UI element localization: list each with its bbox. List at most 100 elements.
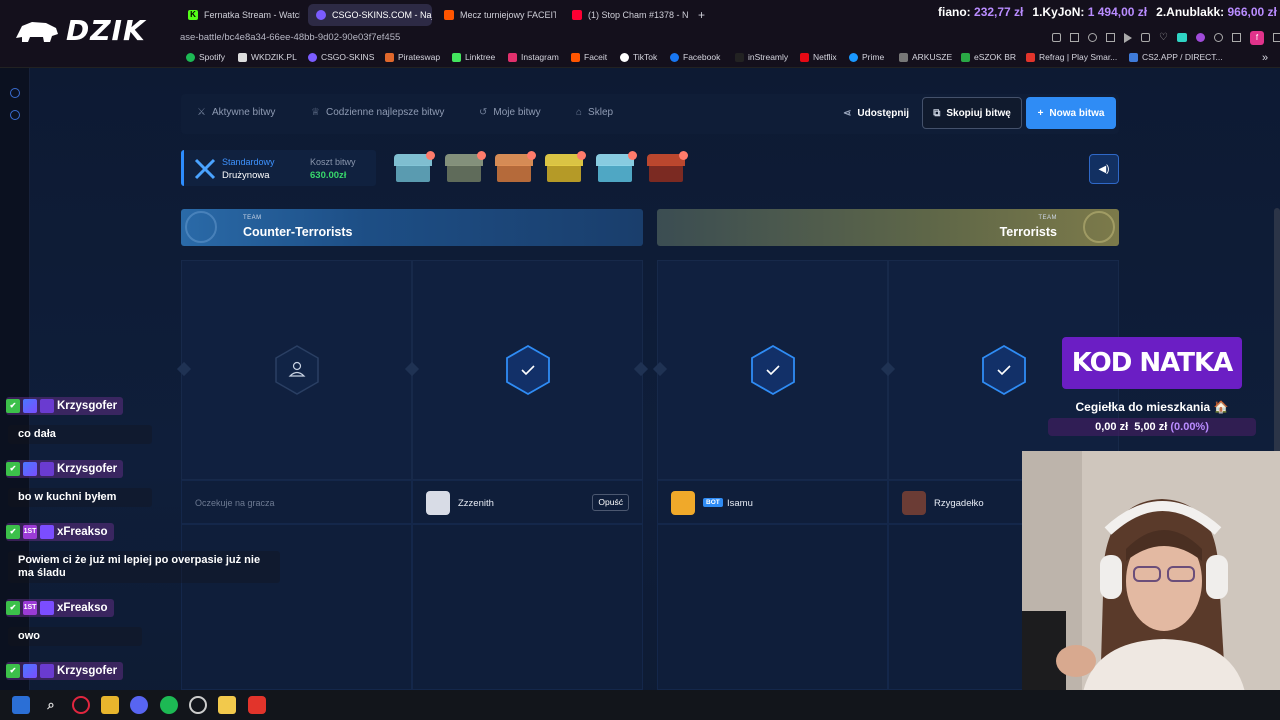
- bookmark-wkdzik[interactable]: WKDZIK.PL: [238, 52, 297, 62]
- tab-youtube-video[interactable]: (1) Stop Cham #1378 - Na: [564, 4, 688, 26]
- new-tab-button[interactable]: +: [690, 4, 710, 26]
- bookmark-faceit[interactable]: Faceit: [571, 52, 607, 62]
- drops-column-3: [657, 524, 888, 690]
- player-row-3: BOT Isamu: [657, 480, 888, 524]
- sidebar-toggle-icon[interactable]: [1272, 33, 1280, 42]
- case-5[interactable]: [596, 151, 637, 184]
- bookmark-arkusze[interactable]: ARKUSZE: [899, 52, 952, 62]
- ct-emblem-icon: [185, 211, 217, 243]
- play-icon[interactable]: [1124, 33, 1132, 43]
- ticker-item: 1.KyJoN: 1 494,00 zł: [1032, 5, 1148, 19]
- search-icon[interactable]: ⌕: [42, 696, 60, 714]
- bookmark-spotify[interactable]: Spotify: [186, 52, 225, 62]
- stream-chat: ✔ Krzysgofer co dała ✔ Krzysgofer bo w kuc…: [0, 395, 300, 690]
- new-battle-button[interactable]: + Nowa bitwa: [1026, 97, 1116, 129]
- tab-csgo-skins[interactable]: CSGO-SKINS.COM - Naj: [308, 4, 432, 26]
- drops-column-2: [412, 524, 643, 690]
- case-1[interactable]: [394, 151, 435, 184]
- case-3[interactable]: [495, 151, 536, 184]
- linktree-icon: [452, 52, 461, 62]
- bookmark-cs2app[interactable]: CS2.APP / DIRECT...: [1129, 52, 1223, 62]
- avatar: [671, 491, 695, 515]
- bookmark-linktree[interactable]: Linktree: [452, 52, 495, 62]
- pin-icon[interactable]: [1052, 33, 1061, 42]
- browser-toolbar-icons: ♡ f ≡: [1052, 31, 1280, 45]
- nav-daily-best[interactable]: ♕ Codzienne najlepsze bitwy: [311, 107, 444, 118]
- nav-shop[interactable]: ⌂ Sklep: [576, 107, 613, 118]
- tab-fernatka-stream[interactable]: K Fernatka Stream - Watch: [180, 4, 300, 26]
- streamer-webcam-image: [1022, 451, 1280, 697]
- faceit-icon: [444, 10, 454, 20]
- app-icon[interactable]: [218, 696, 236, 714]
- sword-badge-icon: [23, 664, 37, 678]
- facebook-icon: [670, 52, 679, 62]
- ticker-item: fiano: 232,77 zł: [938, 5, 1024, 19]
- bookmark-icon[interactable]: [1141, 33, 1150, 42]
- vpn-icon[interactable]: [1213, 33, 1223, 42]
- case-6[interactable]: [647, 151, 688, 184]
- case-2[interactable]: [445, 151, 486, 184]
- os-taskbar: ⌕: [0, 690, 1280, 720]
- bookmark-instreamly[interactable]: inStreamly: [735, 52, 788, 62]
- url-text[interactable]: ase-battle/bc4e8a34-66ee-48bb-9d02-90e03…: [180, 32, 400, 43]
- bookmark-eszok[interactable]: eSZOK BR: [961, 52, 1016, 62]
- bookmark-instagram[interactable]: Instagram: [508, 52, 559, 62]
- wallet-icon[interactable]: [1106, 33, 1115, 42]
- history-icon: ↺: [479, 107, 488, 118]
- copy-battle-button[interactable]: ⧉ Skopiuj bitwę: [922, 97, 1022, 129]
- t-emblem-icon: [1083, 211, 1115, 243]
- tiktok-icon: [620, 52, 629, 62]
- bookmark-csgo-skins[interactable]: CSGO-SKINS: [308, 52, 374, 62]
- pirateswap-icon: [385, 52, 394, 62]
- more-bookmarks-icon[interactable]: »: [1262, 52, 1268, 64]
- extension-purple-icon[interactable]: [1195, 33, 1205, 42]
- start-icon[interactable]: [12, 696, 30, 714]
- puzzle-icon[interactable]: [1231, 33, 1241, 42]
- chat-user: ✔ Krzysgofer: [6, 397, 124, 415]
- nav-my-battles[interactable]: ↺ Moje bitwy: [479, 107, 541, 118]
- bookmark-netflix[interactable]: Netflix: [800, 52, 837, 62]
- bookmark-pirateswap[interactable]: Pirateswap: [385, 52, 440, 62]
- profile-avatar[interactable]: f: [1249, 31, 1264, 45]
- opera-icon[interactable]: [72, 696, 90, 714]
- csgo-skins-icon: [316, 10, 326, 20]
- heart-icon[interactable]: ♡: [1159, 33, 1168, 45]
- bookmarks-bar: Spotify WKDZIK.PL CSGO-SKINS Pirateswap …: [0, 48, 1280, 68]
- case-4[interactable]: [545, 151, 586, 184]
- gear-icon[interactable]: [10, 110, 20, 120]
- bookmark-prime[interactable]: Prime: [849, 52, 884, 62]
- share-button[interactable]: ⋖ Udostępnij: [836, 97, 916, 129]
- leave-button[interactable]: Opuść: [592, 494, 629, 511]
- chat-message: co dała: [8, 425, 152, 444]
- donation-ticker: fiano: 232,77 zł 1.KyJoN: 1 494,00 zł 2.…: [938, 5, 1277, 19]
- swords-icon: ⚔: [197, 107, 206, 118]
- player-slot-3[interactable]: [657, 260, 888, 480]
- tab-faceit-match[interactable]: Mecz turniejowy FACEIT: [436, 4, 556, 26]
- shield-icon[interactable]: [248, 696, 266, 714]
- instagram-icon: [508, 52, 517, 62]
- stream-logo: DZIK: [14, 14, 146, 47]
- eszok-icon: [961, 52, 970, 62]
- folder-icon[interactable]: [101, 696, 119, 714]
- bookmark-tiktok[interactable]: TikTok: [620, 52, 657, 62]
- address-bar[interactable]: ase-battle/bc4e8a34-66ee-48bb-9d02-90e03…: [0, 30, 1280, 48]
- nav-active-battles[interactable]: ⚔ Aktywne bitwy: [197, 107, 275, 118]
- obs-icon[interactable]: [189, 696, 207, 714]
- avatar: [426, 491, 450, 515]
- gamepad-badge-icon: [40, 525, 54, 539]
- prime-icon: [849, 52, 858, 62]
- instreamly-icon: [735, 52, 744, 62]
- clock-icon[interactable]: [10, 88, 20, 98]
- screenshot-icon[interactable]: [1070, 33, 1079, 42]
- sound-toggle-button[interactable]: ◀): [1089, 154, 1119, 184]
- spotify-icon[interactable]: [160, 696, 178, 714]
- goal-progress: 0,00 zł 5,00 zł (0.00%): [1048, 418, 1256, 436]
- ready-check-icon: [981, 344, 1026, 396]
- discord-icon[interactable]: [130, 696, 148, 714]
- player-slot-2[interactable]: [412, 260, 643, 480]
- bookmark-refrag[interactable]: Refrag | Play Smar...: [1026, 52, 1117, 62]
- extension-icon[interactable]: [1176, 33, 1187, 42]
- bookmark-facebook[interactable]: Facebook: [670, 52, 720, 62]
- team-t-header: TEAM Terrorists: [657, 209, 1119, 246]
- block-icon[interactable]: [1088, 33, 1097, 42]
